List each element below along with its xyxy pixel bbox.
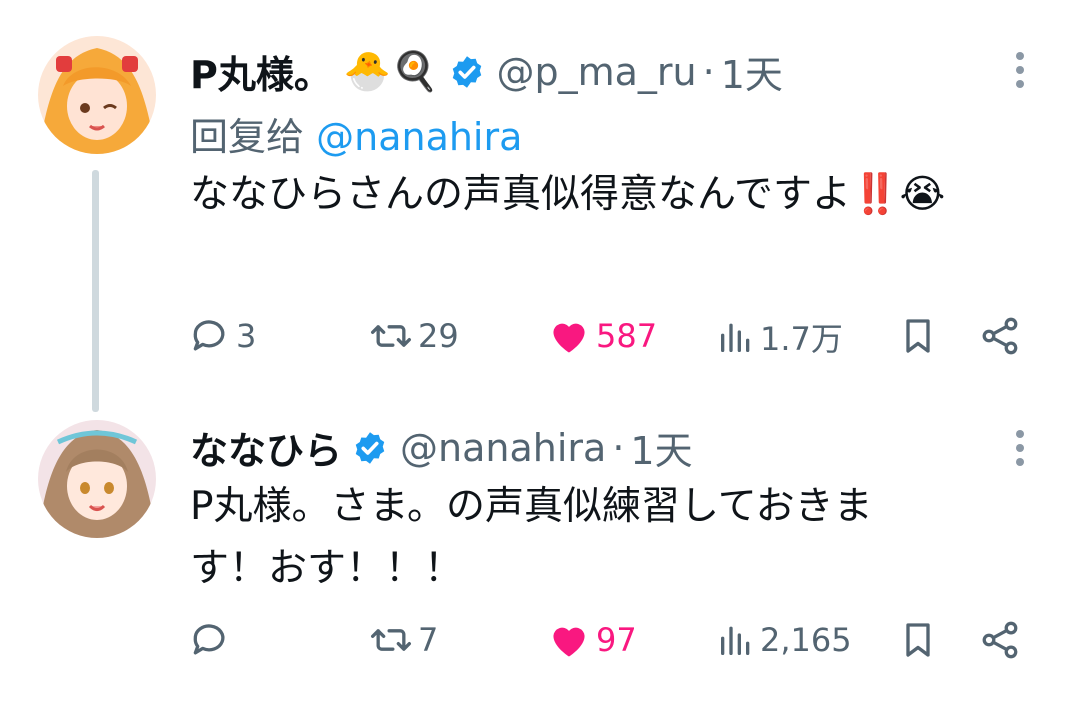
name-emoji: 🐣🍳 — [343, 49, 439, 93]
views-count: 2,165 — [760, 621, 852, 659]
more-icon[interactable] — [1010, 424, 1030, 472]
retweet-icon — [371, 325, 411, 347]
share-button[interactable] — [978, 314, 1022, 358]
views-icon — [721, 626, 750, 655]
bookmark-button[interactable] — [898, 618, 938, 662]
like-count: 97 — [596, 621, 637, 659]
display-name[interactable]: P丸様。 — [190, 44, 332, 99]
views-button[interactable]: 2,165 — [716, 618, 852, 662]
like-count: 587 — [596, 317, 658, 355]
handle[interactable]: @nanahira — [400, 426, 606, 470]
share-icon — [982, 317, 1018, 355]
more-icon[interactable] — [1010, 46, 1030, 94]
action-bar: 3 29 587 1.7万 — [0, 314, 1080, 364]
separator-dot: · — [702, 49, 715, 94]
reply-mention-link[interactable]: @nanahira — [316, 115, 522, 159]
tweet-text: ななひらさんの声真似得意なんですよ‼️😭 — [190, 172, 946, 217]
tweet-text-line: P丸様。さま。の声真似練習しておきま — [190, 484, 873, 529]
action-bar: 7 97 2,165 — [0, 618, 1080, 668]
retweet-button[interactable]: 7 — [368, 618, 438, 662]
views-button[interactable]: 1.7万 — [716, 314, 843, 360]
heart-icon — [553, 627, 585, 657]
reply-button[interactable]: 3 — [188, 314, 256, 358]
reply-count: 3 — [236, 317, 257, 355]
bookmark-button[interactable] — [898, 314, 938, 358]
bookmark-icon — [906, 623, 930, 657]
reply-button[interactable] — [188, 618, 236, 662]
display-name[interactable]: ななひら — [190, 420, 342, 475]
heart-icon — [553, 323, 585, 353]
like-button[interactable]: 587 — [546, 314, 657, 358]
handle[interactable]: @p_ma_ru — [497, 50, 697, 94]
tweet-1[interactable]: P丸様。 🐣🍳 @p_ma_ru · 1天 回复给 @nanahira ななひら… — [0, 0, 1080, 412]
timestamp[interactable]: 1天 — [721, 44, 783, 99]
views-icon — [721, 323, 750, 352]
share-button[interactable] — [978, 618, 1022, 662]
tweet-text-line: す！おす！！！ — [190, 546, 464, 591]
bookmark-icon — [906, 319, 930, 353]
reply-icon — [193, 624, 225, 655]
tweet-header: ななひら @nanahira · 1天 — [190, 420, 693, 475]
avatar[interactable] — [38, 420, 156, 538]
tweet-header: P丸様。 🐣🍳 @p_ma_ru · 1天 — [190, 44, 783, 99]
separator-dot: · — [612, 425, 625, 470]
thread-connector-line — [92, 170, 99, 412]
tweet-2[interactable]: ななひら @nanahira · 1天 P丸様。さま。の声真似練習しておきま す… — [0, 400, 1080, 709]
retweet-count: 7 — [418, 621, 439, 659]
reply-context: 回复给 @nanahira — [190, 106, 522, 161]
retweet-count: 29 — [418, 317, 459, 355]
avatar[interactable] — [38, 36, 156, 154]
verified-badge-icon — [355, 431, 385, 464]
views-count: 1.7万 — [760, 320, 843, 358]
verified-badge-icon — [452, 55, 481, 88]
reply-prefix: 回复给 — [190, 115, 305, 159]
reply-icon — [193, 320, 225, 351]
like-button[interactable]: 97 — [546, 618, 637, 662]
timestamp[interactable]: 1天 — [630, 420, 692, 475]
tweet-text: P丸様。さま。の声真似練習しておきま す！おす！！！ — [190, 476, 1010, 600]
retweet-icon — [371, 629, 411, 651]
share-icon — [982, 621, 1018, 659]
retweet-button[interactable]: 29 — [368, 314, 459, 358]
